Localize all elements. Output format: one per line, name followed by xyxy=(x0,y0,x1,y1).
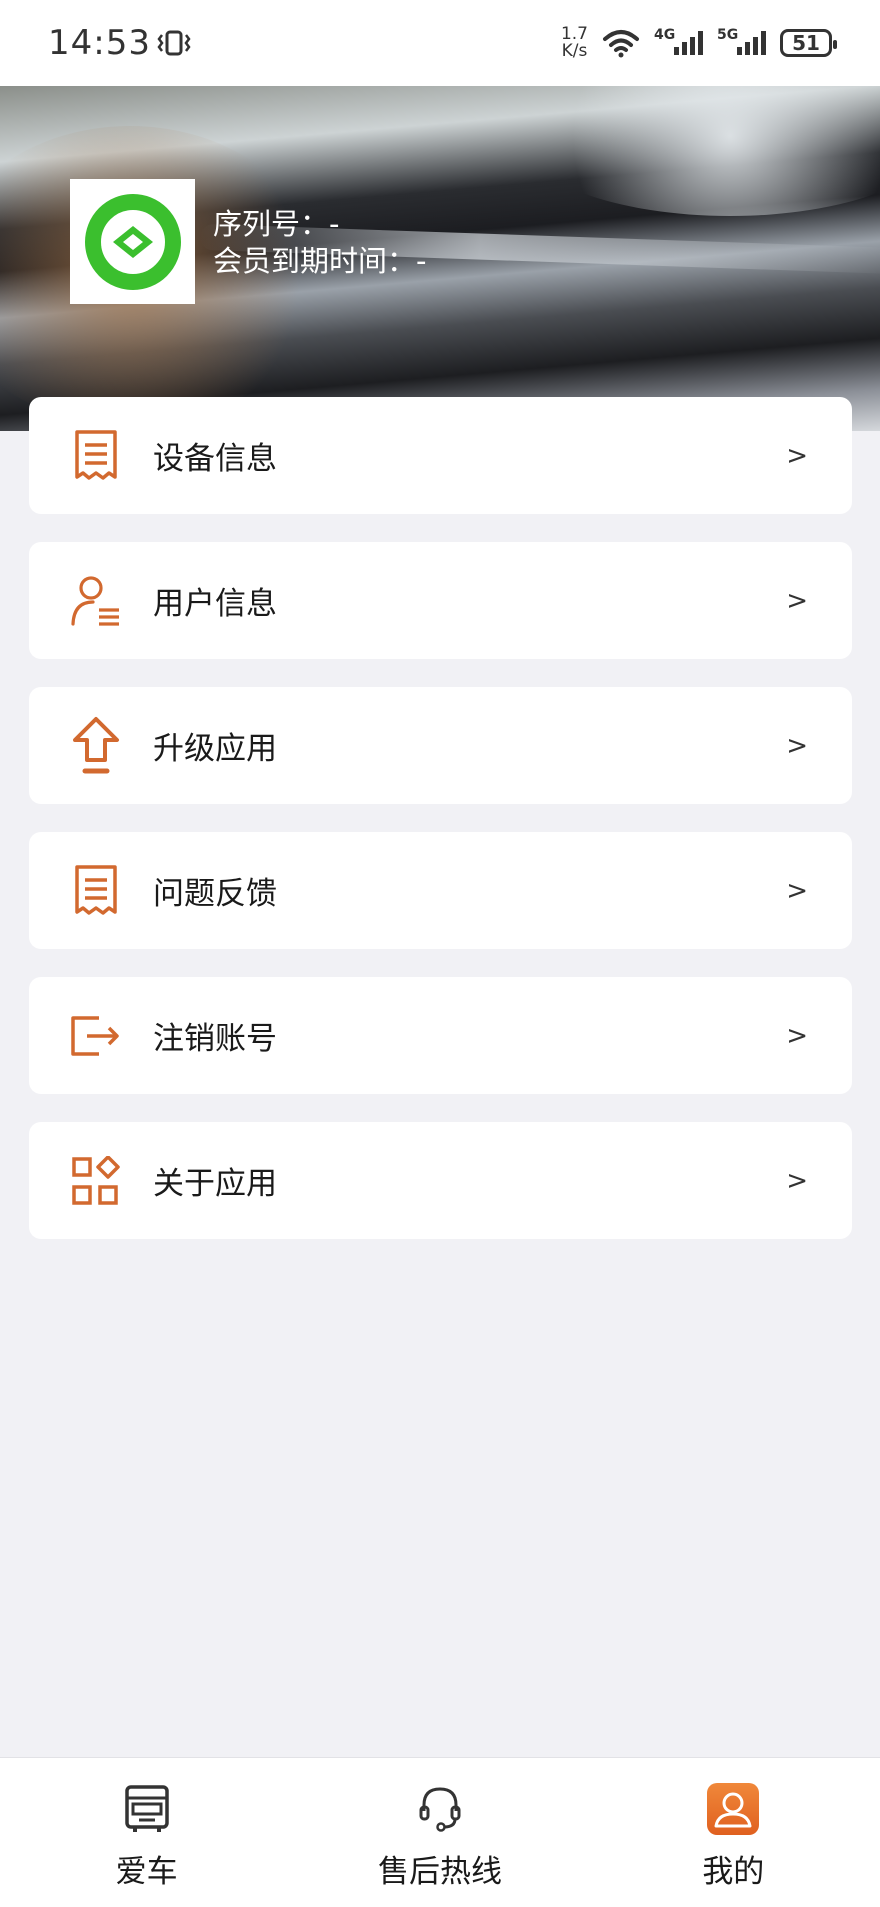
tab-my-car[interactable]: 爱车 xyxy=(0,1758,293,1907)
menu-item-about-app[interactable]: 关于应用 > xyxy=(29,1122,852,1239)
truck-icon xyxy=(120,1782,174,1836)
logout-icon xyxy=(69,1009,123,1063)
settings-menu: 设备信息 > 用户信息 > 升级应用 > 问题反馈 > 注销账号 > 关于应用 xyxy=(29,397,852,1267)
headset-icon xyxy=(413,1782,467,1836)
signal-5g-icon: 5G xyxy=(717,27,766,55)
upgrade-arrow-icon xyxy=(69,716,123,773)
serial-number: 序列号：- xyxy=(213,207,340,241)
menu-item-feedback[interactable]: 问题反馈 > xyxy=(29,832,852,949)
profile-info: 序列号：- 会员到期时间：- xyxy=(213,206,426,280)
bottom-tab-bar: 爱车 售后热线 我的 xyxy=(0,1757,880,1907)
menu-label: 用户信息 xyxy=(153,586,277,622)
tab-mine[interactable]: 我的 xyxy=(587,1758,880,1907)
status-bar: 14:53 1.7 K/s 4G 5G 51 xyxy=(0,0,880,86)
profile-icon xyxy=(706,1782,760,1836)
receipt-icon xyxy=(69,429,123,483)
menu-label: 升级应用 xyxy=(153,731,277,767)
clock-text: 14:53 xyxy=(48,23,151,63)
menu-item-user-info[interactable]: 用户信息 > xyxy=(29,542,852,659)
apps-grid-icon xyxy=(69,1154,123,1208)
chevron-right-icon: > xyxy=(786,875,808,906)
user-list-icon xyxy=(69,574,123,628)
menu-item-delete-account[interactable]: 注销账号 > xyxy=(29,977,852,1094)
tab-label: 我的 xyxy=(702,1854,765,1890)
receipt-icon xyxy=(69,864,123,918)
menu-label: 注销账号 xyxy=(153,1021,277,1057)
menu-label: 关于应用 xyxy=(153,1166,277,1202)
profile-banner: 序列号：- 会员到期时间：- xyxy=(0,86,880,431)
chevron-right-icon: > xyxy=(786,1165,808,1196)
tab-service-hotline[interactable]: 售后热线 xyxy=(293,1758,586,1907)
menu-label: 问题反馈 xyxy=(153,876,277,912)
vibrate-icon xyxy=(157,30,191,56)
menu-label: 设备信息 xyxy=(153,441,277,477)
membership-expiry: 会员到期时间：- xyxy=(213,244,427,278)
battery-icon: 51 xyxy=(780,29,837,57)
wifi-icon xyxy=(603,30,639,58)
menu-item-upgrade-app[interactable]: 升级应用 > xyxy=(29,687,852,804)
chevron-right-icon: > xyxy=(786,730,808,761)
tab-label: 售后热线 xyxy=(377,1854,502,1890)
app-logo-icon xyxy=(84,193,181,290)
chevron-right-icon: > xyxy=(786,440,808,471)
net-speed: 1.7 K/s xyxy=(560,24,588,61)
chevron-right-icon: > xyxy=(786,1020,808,1051)
signal-4g-icon: 4G xyxy=(654,27,703,55)
tab-label: 爱车 xyxy=(115,1854,178,1890)
status-time: 14:53 xyxy=(48,23,191,63)
app-logo xyxy=(70,179,195,304)
status-icons: 1.7 K/s 4G 5G 51 xyxy=(560,24,837,61)
menu-item-device-info[interactable]: 设备信息 > xyxy=(29,397,852,514)
chevron-right-icon: > xyxy=(786,585,808,616)
